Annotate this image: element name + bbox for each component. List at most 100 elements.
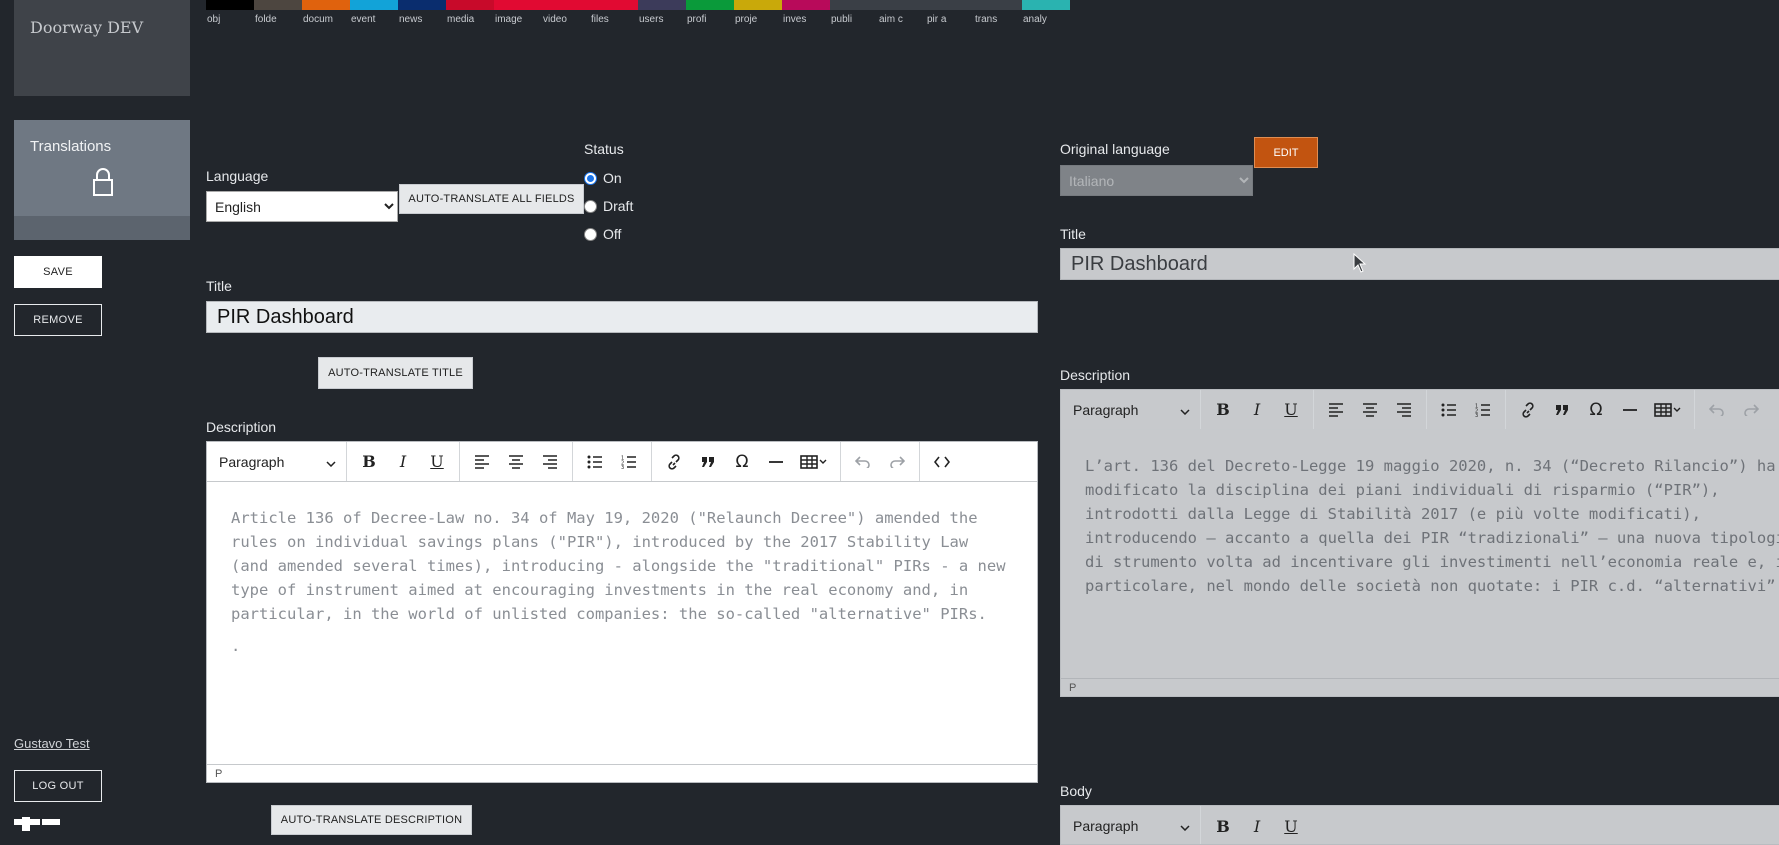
paragraph-dropdown: Paragraph: [1061, 390, 1201, 429]
svg-text:3: 3: [621, 465, 624, 469]
status-radio-draft[interactable]: [584, 199, 597, 213]
category-label[interactable]: proje: [735, 14, 757, 25]
align-center-icon: [1354, 396, 1386, 424]
category-label[interactable]: news: [399, 14, 422, 25]
status-radio-off[interactable]: [584, 227, 597, 241]
auto-translate-title-button[interactable]: AUTO-TRANSLATE TITLE: [318, 357, 473, 389]
status-option-label: Draft: [603, 198, 634, 214]
history-group: [841, 442, 920, 481]
special-char-icon[interactable]: Ω: [726, 448, 758, 476]
description-content[interactable]: Article 136 of Decree-Law no. 34 of May …: [207, 482, 1037, 658]
translations-label: Translations: [30, 138, 112, 155]
logout-button[interactable]: LOG OUT: [14, 770, 102, 802]
category-label[interactable]: docum: [303, 14, 333, 25]
align-right-icon[interactable]: [534, 448, 566, 476]
history-group: [1695, 390, 1773, 429]
special-char-icon: Ω: [1589, 399, 1603, 420]
status-option-on[interactable]: On: [584, 170, 622, 186]
category-color-segment[interactable]: [494, 0, 542, 10]
status-radio-on[interactable]: [584, 171, 597, 185]
auto-translate-all-button[interactable]: AUTO-TRANSLATE ALL FIELDS: [399, 184, 584, 214]
format-group: B I U: [1201, 390, 1314, 429]
user-link[interactable]: Gustavo Test: [14, 736, 90, 751]
underline-icon[interactable]: U: [421, 448, 453, 476]
category-label[interactable]: aim c: [879, 14, 903, 25]
align-center-icon[interactable]: [500, 448, 532, 476]
list-group: 123: [1427, 390, 1506, 429]
italic-icon: I: [1253, 400, 1261, 419]
category-color-segment[interactable]: [830, 0, 878, 10]
align-group: [1314, 390, 1427, 429]
category-color-segment[interactable]: [542, 0, 590, 10]
category-color-segment[interactable]: [638, 0, 686, 10]
category-color-segment[interactable]: [878, 0, 926, 10]
horizontal-line-icon[interactable]: [760, 448, 792, 476]
auto-translate-description-button[interactable]: AUTO-TRANSLATE DESCRIPTION: [271, 805, 472, 835]
description-editor[interactable]: Paragraph B I U 123 Ω Article 136 of Dec…: [206, 441, 1038, 783]
link-icon[interactable]: [658, 448, 690, 476]
brand-panel: Doorway DEV: [14, 0, 190, 96]
category-label[interactable]: image: [495, 14, 522, 25]
category-color-segment[interactable]: [974, 0, 1022, 10]
svg-text:3: 3: [1475, 413, 1478, 417]
description-label: Description: [206, 419, 277, 435]
original-body-label: Body: [1060, 783, 1092, 799]
category-label[interactable]: profi: [687, 14, 706, 25]
category-color-segment[interactable]: [782, 0, 830, 10]
undo-icon[interactable]: [847, 448, 879, 476]
undo-icon: [1701, 396, 1733, 424]
category-label[interactable]: inves: [783, 14, 806, 25]
category-color-segment[interactable]: [734, 0, 782, 10]
numbered-list-icon: 123: [1467, 396, 1499, 424]
category-label[interactable]: event: [351, 14, 375, 25]
category-color-segment[interactable]: [926, 0, 974, 10]
redo-icon[interactable]: [881, 448, 913, 476]
language-label: Language: [206, 168, 269, 184]
remove-button[interactable]: REMOVE: [14, 304, 102, 336]
italic-icon[interactable]: I: [387, 448, 419, 476]
category-label[interactable]: media: [447, 14, 474, 25]
category-color-segment[interactable]: [590, 0, 638, 10]
chevron-down-icon: [1180, 402, 1190, 418]
numbered-list-icon[interactable]: 123: [613, 448, 645, 476]
paragraph-dropdown[interactable]: Paragraph: [207, 442, 347, 481]
chevron-down-icon: [326, 454, 336, 470]
align-left-icon[interactable]: [466, 448, 498, 476]
bullet-list-icon[interactable]: [579, 448, 611, 476]
status-option-draft[interactable]: Draft: [584, 198, 633, 214]
original-description-editor: Paragraph B I U 123 Ω L’art. 136 del Dec…: [1060, 389, 1779, 697]
blockquote-icon: [1546, 396, 1578, 424]
bold-icon[interactable]: B: [353, 448, 385, 476]
source-code-icon[interactable]: [926, 448, 958, 476]
category-label[interactable]: analy: [1023, 14, 1047, 25]
paragraph-label: Paragraph: [1073, 818, 1139, 834]
category-label[interactable]: obj: [207, 14, 220, 25]
edit-button[interactable]: EDIT: [1254, 137, 1318, 168]
category-color-segment[interactable]: [398, 0, 446, 10]
title-input[interactable]: PIR Dashboard: [206, 301, 1038, 333]
language-select[interactable]: English: [206, 191, 398, 222]
status-option-off[interactable]: Off: [584, 226, 621, 242]
category-color-segment[interactable]: [206, 0, 254, 10]
category-label[interactable]: trans: [975, 14, 997, 25]
align-right-icon: [1388, 396, 1420, 424]
category-color-segment[interactable]: [350, 0, 398, 10]
category-color-segment[interactable]: [302, 0, 350, 10]
category-label[interactable]: files: [591, 14, 609, 25]
chevron-down-icon: [1180, 818, 1190, 834]
category-label[interactable]: users: [639, 14, 663, 25]
category-label[interactable]: folde: [255, 14, 277, 25]
category-label[interactable]: pir a: [927, 14, 946, 25]
original-title-label: Title: [1060, 226, 1086, 242]
table-icon[interactable]: [794, 448, 834, 476]
category-color-segment[interactable]: [1022, 0, 1070, 10]
save-button[interactable]: SAVE: [14, 256, 102, 288]
blockquote-icon[interactable]: [692, 448, 724, 476]
category-label[interactable]: video: [543, 14, 567, 25]
category-color-segment[interactable]: [254, 0, 302, 10]
category-label[interactable]: publi: [831, 14, 852, 25]
category-color-segment[interactable]: [446, 0, 494, 10]
format-group: B I U: [1201, 806, 1313, 844]
category-color-segment[interactable]: [686, 0, 734, 10]
sidebar-item-translations[interactable]: Translations: [14, 120, 190, 240]
